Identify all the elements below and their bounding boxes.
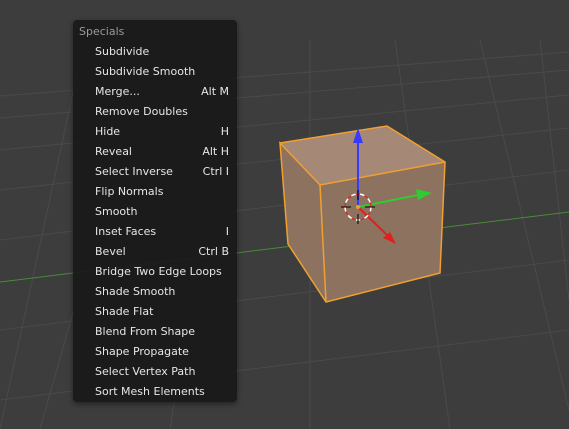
menu-item-label: Reveal	[95, 145, 132, 158]
menu-item-smooth[interactable]: Smooth	[73, 202, 237, 222]
menu-item-label: Blend From Shape	[95, 325, 196, 338]
menu-item-label: Remove Doubles	[95, 105, 188, 118]
menu-item-shortcut: I	[225, 225, 229, 238]
menu-item-bevel[interactable]: Bevel Ctrl B	[73, 242, 237, 262]
menu-item-label: Bridge Two Edge Loops	[95, 265, 222, 278]
menu-item-bridge-two-edge-loops[interactable]: Bridge Two Edge Loops	[73, 262, 237, 282]
menu-item-label: Flip Normals	[95, 185, 164, 198]
menu-title: Specials	[79, 25, 125, 38]
menu-item-shortcut: H	[220, 125, 229, 138]
grid-line	[539, 39, 569, 301]
menu-item-label: Smooth	[95, 205, 138, 218]
menu-item-remove-doubles[interactable]: Remove Doubles	[73, 102, 237, 122]
menu-item-sort-mesh-elements[interactable]: Sort Mesh Elements	[73, 382, 237, 402]
menu-item-shortcut: Alt H	[202, 145, 229, 158]
menu-item-select-vertex-path[interactable]: Select Vertex Path	[73, 362, 237, 382]
menu-item-subdivide-smooth[interactable]: Subdivide Smooth	[73, 62, 237, 82]
menu-item-reveal[interactable]: Reveal Alt H	[73, 142, 237, 162]
menu-item-label: Subdivide	[95, 45, 150, 58]
menu-item-label: Merge...	[95, 85, 140, 98]
menu-item-shade-smooth[interactable]: Shade Smooth	[73, 282, 237, 302]
menu-item-shortcut: Ctrl B	[198, 245, 229, 258]
menu-item-subdivide[interactable]: Subdivide	[73, 42, 237, 62]
menu-items-list: Subdivide Subdivide Smooth Merge... Alt M Re…	[73, 42, 237, 402]
menu-item-merge[interactable]: Merge... Alt M	[73, 82, 237, 102]
menu-item-label: Select Vertex Path	[95, 365, 196, 378]
grid-line	[0, 59, 81, 429]
menu-item-label: Bevel	[95, 245, 126, 258]
menu-item-label: Select Inverse	[95, 165, 173, 178]
menu-item-shortcut: Ctrl I	[202, 165, 229, 178]
menu-item-label: Shade Smooth	[95, 285, 176, 298]
menu-item-label: Shape Propagate	[95, 345, 189, 358]
specials-menu: Specials Subdivide Subdivide Smooth Merge.…	[73, 20, 237, 402]
menu-item-shape-propagate[interactable]: Shape Propagate	[73, 342, 237, 362]
menu-item-label: Sort Mesh Elements	[95, 385, 205, 398]
menu-item-select-inverse[interactable]: Select Inverse Ctrl I	[73, 162, 237, 182]
cube-mesh[interactable]	[279, 125, 446, 303]
menu-item-shade-flat[interactable]: Shade Flat	[73, 302, 237, 322]
menu-item-flip-normals[interactable]: Flip Normals	[73, 182, 237, 202]
menu-item-inset-faces[interactable]: Inset Faces I	[73, 222, 237, 242]
menu-item-label: Shade Flat	[95, 305, 154, 318]
menu-item-label: Inset Faces	[95, 225, 157, 238]
menu-item-shortcut: Alt M	[201, 85, 229, 98]
menu-item-blend-from-shape[interactable]: Blend From Shape	[73, 322, 237, 342]
grid-line	[479, 39, 569, 411]
menu-item-hide[interactable]: Hide H	[73, 122, 237, 142]
menu-item-label: Hide	[95, 125, 121, 138]
menu-item-label: Subdivide Smooth	[95, 65, 196, 78]
